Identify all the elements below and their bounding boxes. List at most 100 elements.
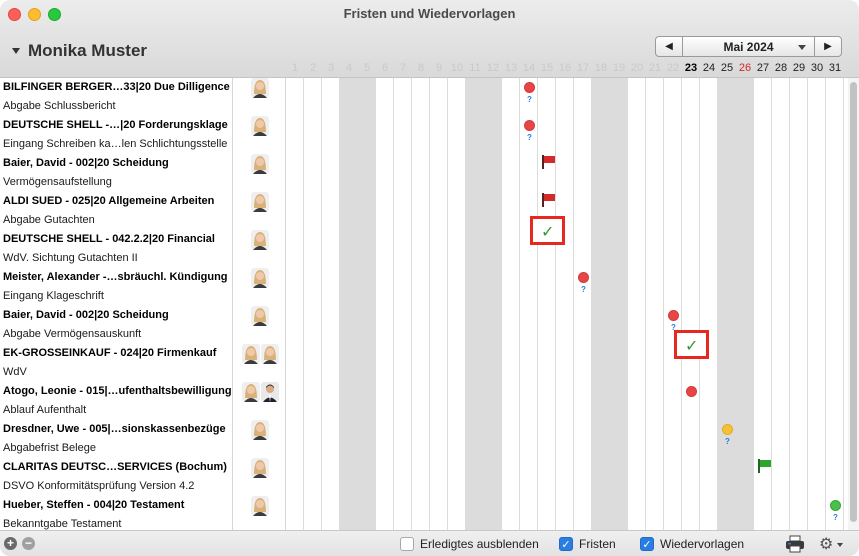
day-column[interactable] bbox=[322, 78, 340, 530]
avatar[interactable] bbox=[251, 306, 269, 326]
deadline-dot[interactable] bbox=[830, 500, 841, 511]
printer-icon[interactable] bbox=[785, 535, 805, 553]
remove-button[interactable]: − bbox=[22, 537, 35, 550]
deadline-dot[interactable] bbox=[686, 386, 697, 397]
avatar[interactable] bbox=[242, 382, 260, 402]
list-item[interactable]: Hueber, Steffen - 004|20 Testament Bekann… bbox=[0, 496, 232, 534]
add-button[interactable]: + bbox=[4, 537, 17, 550]
day-column[interactable] bbox=[358, 78, 376, 530]
day-column[interactable] bbox=[394, 78, 412, 530]
list-item[interactable]: Baier, David - 002|20 Scheidung Abgabe Ve… bbox=[0, 306, 232, 344]
day-number-8: 8 bbox=[417, 62, 425, 74]
case-title: DEUTSCHE SHELL - 042.2.2|20 Financial bbox=[3, 233, 215, 245]
deadline-list: BILFINGER BERGER…33|20 Due Dilligence Abg… bbox=[0, 78, 232, 530]
list-item[interactable]: EK-GROSSEINKAUF - 024|20 Firmenkauf WdV bbox=[0, 344, 232, 382]
day-number-31: 31 bbox=[828, 62, 842, 74]
day-column[interactable] bbox=[466, 78, 484, 530]
hide-done-checkbox[interactable] bbox=[400, 537, 414, 551]
day-column[interactable] bbox=[808, 78, 826, 530]
day-column[interactable] bbox=[538, 78, 556, 530]
day-column[interactable] bbox=[790, 78, 808, 530]
case-title: Baier, David - 002|20 Scheidung bbox=[3, 309, 169, 321]
day-column[interactable] bbox=[286, 78, 304, 530]
previous-month-button[interactable]: ◀ bbox=[655, 36, 683, 57]
day-column[interactable] bbox=[448, 78, 466, 530]
day-column[interactable] bbox=[826, 78, 844, 530]
completed-check-icon[interactable]: ✓ bbox=[530, 216, 565, 245]
avatar-row bbox=[233, 154, 285, 192]
case-title: DEUTSCHE SHELL -…|20 Forderungsklage bbox=[3, 119, 228, 131]
day-number-10: 10 bbox=[450, 62, 464, 74]
day-column[interactable] bbox=[718, 78, 736, 530]
list-item[interactable]: CLARITAS DEUTSC…SERVICES (Bochum) DSVO Ko… bbox=[0, 458, 232, 496]
day-column[interactable] bbox=[412, 78, 430, 530]
deadline-dot[interactable] bbox=[722, 424, 733, 435]
list-item[interactable]: Meister, Alexander -…sbräuchl. Kündigung… bbox=[0, 268, 232, 306]
list-item[interactable]: Baier, David - 002|20 Scheidung Vermögens… bbox=[0, 154, 232, 192]
list-item[interactable]: ALDI SUED - 025|20 Allgemeine Arbeiten Ab… bbox=[0, 192, 232, 230]
next-month-button[interactable]: ▶ bbox=[814, 36, 842, 57]
list-item[interactable]: Dresdner, Uwe - 005|…sionskassenbezüge Ab… bbox=[0, 420, 232, 458]
day-column[interactable] bbox=[682, 78, 700, 530]
day-number-21: 21 bbox=[648, 62, 662, 74]
avatar[interactable] bbox=[251, 78, 269, 98]
day-column[interactable] bbox=[520, 78, 538, 530]
fristen-option[interactable]: ✓ Fristen bbox=[559, 537, 616, 551]
person-selector[interactable]: Monika Muster bbox=[12, 41, 147, 61]
day-number-14: 14 bbox=[522, 62, 536, 74]
avatar[interactable] bbox=[242, 344, 260, 364]
avatar[interactable] bbox=[251, 268, 269, 288]
disclosure-triangle-icon[interactable] bbox=[12, 48, 20, 54]
question-mark-icon: ? bbox=[833, 513, 838, 522]
avatar[interactable] bbox=[251, 230, 269, 250]
list-item[interactable]: DEUTSCHE SHELL - 042.2.2|20 Financial WdV… bbox=[0, 230, 232, 268]
wiedervorlagen-checkbox[interactable]: ✓ bbox=[640, 537, 654, 551]
avatar[interactable] bbox=[261, 382, 279, 402]
day-number-16: 16 bbox=[558, 62, 572, 74]
avatar[interactable] bbox=[251, 154, 269, 174]
flag-icon[interactable] bbox=[541, 155, 555, 169]
hide-done-option[interactable]: Erledigtes ausblenden bbox=[400, 537, 539, 551]
flag-icon[interactable] bbox=[757, 459, 771, 473]
flag-icon[interactable] bbox=[541, 193, 555, 207]
avatar[interactable] bbox=[261, 344, 279, 364]
day-column[interactable] bbox=[772, 78, 790, 530]
list-item[interactable]: BILFINGER BERGER…33|20 Due Dilligence Abg… bbox=[0, 78, 232, 116]
deadline-dot[interactable] bbox=[578, 272, 589, 283]
day-column[interactable] bbox=[556, 78, 574, 530]
day-column[interactable] bbox=[628, 78, 646, 530]
day-column[interactable] bbox=[592, 78, 610, 530]
gear-icon[interactable]: ⚙ bbox=[819, 534, 843, 554]
day-column[interactable] bbox=[304, 78, 322, 530]
fristen-checkbox[interactable]: ✓ bbox=[559, 537, 573, 551]
day-column[interactable] bbox=[736, 78, 754, 530]
completed-check-icon[interactable]: ✓ bbox=[674, 330, 709, 359]
day-column[interactable] bbox=[502, 78, 520, 530]
wiedervorlagen-option[interactable]: ✓ Wiedervorlagen bbox=[640, 537, 744, 551]
task-description: Eingang Schreiben ka…len Schlichtungsste… bbox=[3, 138, 228, 150]
day-column[interactable] bbox=[574, 78, 592, 530]
question-mark-icon: ? bbox=[581, 285, 586, 294]
day-column[interactable] bbox=[430, 78, 448, 530]
avatar[interactable] bbox=[251, 192, 269, 212]
avatar[interactable] bbox=[251, 458, 269, 478]
day-column[interactable] bbox=[664, 78, 682, 530]
day-column[interactable] bbox=[484, 78, 502, 530]
scrollbar-thumb[interactable] bbox=[850, 82, 857, 522]
list-item[interactable]: DEUTSCHE SHELL -…|20 Forderungsklage Eing… bbox=[0, 116, 232, 154]
day-column[interactable] bbox=[340, 78, 358, 530]
vertical-scrollbar[interactable] bbox=[848, 78, 859, 530]
day-column[interactable] bbox=[376, 78, 394, 530]
list-item[interactable]: Atogo, Leonie - 015|…ufenthaltsbewilligu… bbox=[0, 382, 232, 420]
day-column[interactable] bbox=[646, 78, 664, 530]
deadline-dot[interactable] bbox=[668, 310, 679, 321]
deadline-dot[interactable] bbox=[524, 120, 535, 131]
month-select[interactable]: Mai 2024 bbox=[683, 36, 814, 57]
avatar[interactable] bbox=[251, 116, 269, 136]
task-description: Abgabefrist Belege bbox=[3, 442, 96, 454]
day-column[interactable] bbox=[610, 78, 628, 530]
day-column[interactable] bbox=[700, 78, 718, 530]
deadline-dot[interactable] bbox=[524, 82, 535, 93]
avatar[interactable] bbox=[251, 420, 269, 440]
avatar[interactable] bbox=[251, 496, 269, 516]
